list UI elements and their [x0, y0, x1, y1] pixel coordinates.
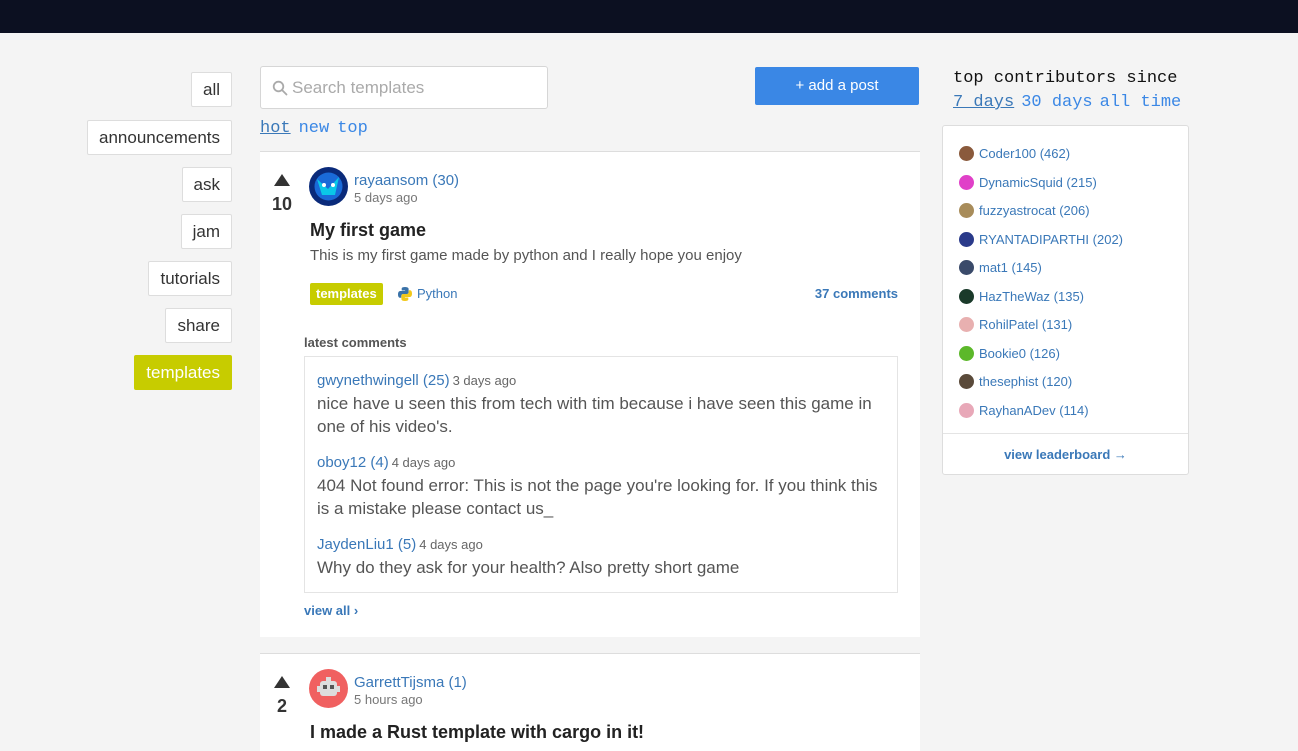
contributor-avatar [959, 317, 974, 332]
contributors-heading-block: top contributors since 7 days 30 days all … [953, 67, 1188, 115]
comment-time: 4 days ago [391, 455, 456, 470]
comment-time: 3 days ago [452, 373, 517, 388]
contributor-avatar [959, 289, 974, 304]
contributor-name: thesephist (120) [979, 374, 1073, 389]
contributor-avatar [959, 346, 974, 361]
top-navbar [0, 0, 1298, 33]
contributor-name: Coder100 (462) [979, 146, 1071, 161]
contributor-avatar [959, 374, 974, 389]
comment-item: gwynethwingell (25) 3 days ago nice have … [317, 372, 887, 438]
contributor-item[interactable]: Coder100 (462) [959, 146, 1070, 161]
contributor-item[interactable]: mat1 (145) [959, 260, 1042, 275]
vote-count: 2 [276, 696, 287, 716]
avatar[interactable] [309, 167, 348, 206]
contributor-name: RYANTADIPARTHI (202) [979, 232, 1123, 247]
contributor-item[interactable]: RohilPatel (131) [959, 317, 1072, 332]
comment-author[interactable]: JaydenLiu1 (5) [317, 536, 416, 553]
contributor-item[interactable]: fuzzyastrocat (206) [959, 203, 1090, 218]
python-icon [398, 287, 412, 301]
search-input[interactable] [292, 67, 542, 108]
view-all-comments-link[interactable]: view all › [304, 603, 358, 618]
post-card: 2 GarrettTijsma (1) 5 hours ago I made a… [260, 653, 920, 751]
post-title[interactable]: I made a Rust template with cargo in it! [310, 722, 644, 743]
comment-body: Why do they ask for your health? Also pr… [317, 558, 740, 577]
contributor-avatar [959, 203, 974, 218]
comment-time: 4 days ago [419, 537, 483, 552]
sort-top[interactable]: top [337, 119, 368, 138]
period-all-time[interactable]: all time [1100, 93, 1182, 112]
contributor-avatar [959, 260, 974, 275]
comments-count-link[interactable]: 37 comments [815, 286, 898, 301]
category-ask[interactable]: ask [181, 167, 232, 202]
add-post-button[interactable]: + add a post [755, 67, 919, 105]
latest-comments-heading: latest comments [304, 335, 407, 350]
category-all[interactable]: all [190, 72, 232, 107]
period-7-days[interactable]: 7 days [953, 93, 1014, 112]
category-templates[interactable]: templates [134, 355, 232, 390]
comment-body: nice have u seen this from tech with tim… [317, 394, 872, 436]
upvote-arrow-icon[interactable] [274, 174, 290, 186]
comment-item: oboy12 (4) 4 days ago 404 Not found error… [317, 454, 887, 520]
sort-hot[interactable]: hot [260, 119, 291, 138]
vote-control: 10 [272, 174, 292, 215]
post-card: 10 rayaansom (30) 5 days ago My first ga… [260, 151, 920, 637]
contributor-name: RayhanADev (114) [979, 403, 1089, 418]
contributor-item[interactable]: Bookie0 (126) [959, 346, 1060, 361]
category-tutorials[interactable]: tutorials [148, 261, 232, 296]
view-leaderboard-link[interactable]: view leaderboard → [943, 447, 1188, 462]
post-author[interactable]: GarrettTijsma (1) [354, 674, 467, 691]
contributor-name: fuzzyastrocat (206) [979, 203, 1090, 218]
contributor-avatar [959, 175, 974, 190]
contributors-heading: top contributors since [953, 69, 1178, 88]
sort-new[interactable]: new [299, 119, 330, 138]
contributor-name: HazTheWaz (135) [979, 289, 1084, 304]
contributor-name: mat1 (145) [979, 260, 1042, 275]
contributor-item[interactable]: RYANTADIPARTHI (202) [959, 232, 1123, 247]
period-tabs: 7 days 30 days all time [953, 91, 1188, 115]
contributor-name: RohilPatel (131) [979, 317, 1073, 332]
latest-comments-box: gwynethwingell (25) 3 days ago nice have … [304, 356, 898, 593]
contributor-avatar [959, 146, 974, 161]
category-announcements[interactable]: announcements [87, 120, 232, 155]
category-jam[interactable]: jam [180, 214, 232, 249]
search-box [260, 66, 548, 109]
post-description: This is my first game made by python and… [310, 247, 742, 264]
tag-badge[interactable]: templates [310, 283, 383, 305]
search-icon [272, 80, 288, 96]
contributor-name: Bookie0 (126) [979, 346, 1060, 361]
contributor-item[interactable]: thesephist (120) [959, 374, 1072, 389]
category-share[interactable]: share [165, 308, 232, 343]
leaderboard-divider [943, 433, 1188, 434]
comment-author[interactable]: oboy12 (4) [317, 454, 389, 471]
contributor-name: DynamicSquid (215) [979, 175, 1097, 190]
post-time: 5 hours ago [354, 692, 423, 707]
vote-count: 10 [272, 194, 293, 214]
contributor-avatar [959, 232, 974, 247]
contributor-item[interactable]: HazTheWaz (135) [959, 289, 1084, 304]
comment-item: JaydenLiu1 (5) 4 days ago Why do they ask… [317, 536, 887, 579]
contributor-item[interactable]: RayhanADev (114) [959, 403, 1089, 418]
language-name: Python [417, 286, 458, 301]
post-time: 5 days ago [354, 190, 418, 205]
comment-body: 404 Not found error: This is not the pag… [317, 476, 878, 518]
avatar[interactable] [309, 669, 348, 708]
sort-tabs: hot new top [260, 119, 376, 138]
vote-control: 2 [272, 676, 292, 717]
post-author[interactable]: rayaansom (30) [354, 172, 459, 189]
period-30-days[interactable]: 30 days [1021, 93, 1092, 112]
post-title[interactable]: My first game [310, 220, 426, 241]
upvote-arrow-icon[interactable] [274, 676, 290, 688]
contributor-avatar [959, 403, 974, 418]
contributor-item[interactable]: DynamicSquid (215) [959, 175, 1097, 190]
language-label[interactable]: Python [397, 286, 457, 302]
comment-author[interactable]: gwynethwingell (25) [317, 372, 450, 389]
leaderboard-card: Coder100 (462) DynamicSquid (215) fuzzya… [942, 125, 1189, 475]
